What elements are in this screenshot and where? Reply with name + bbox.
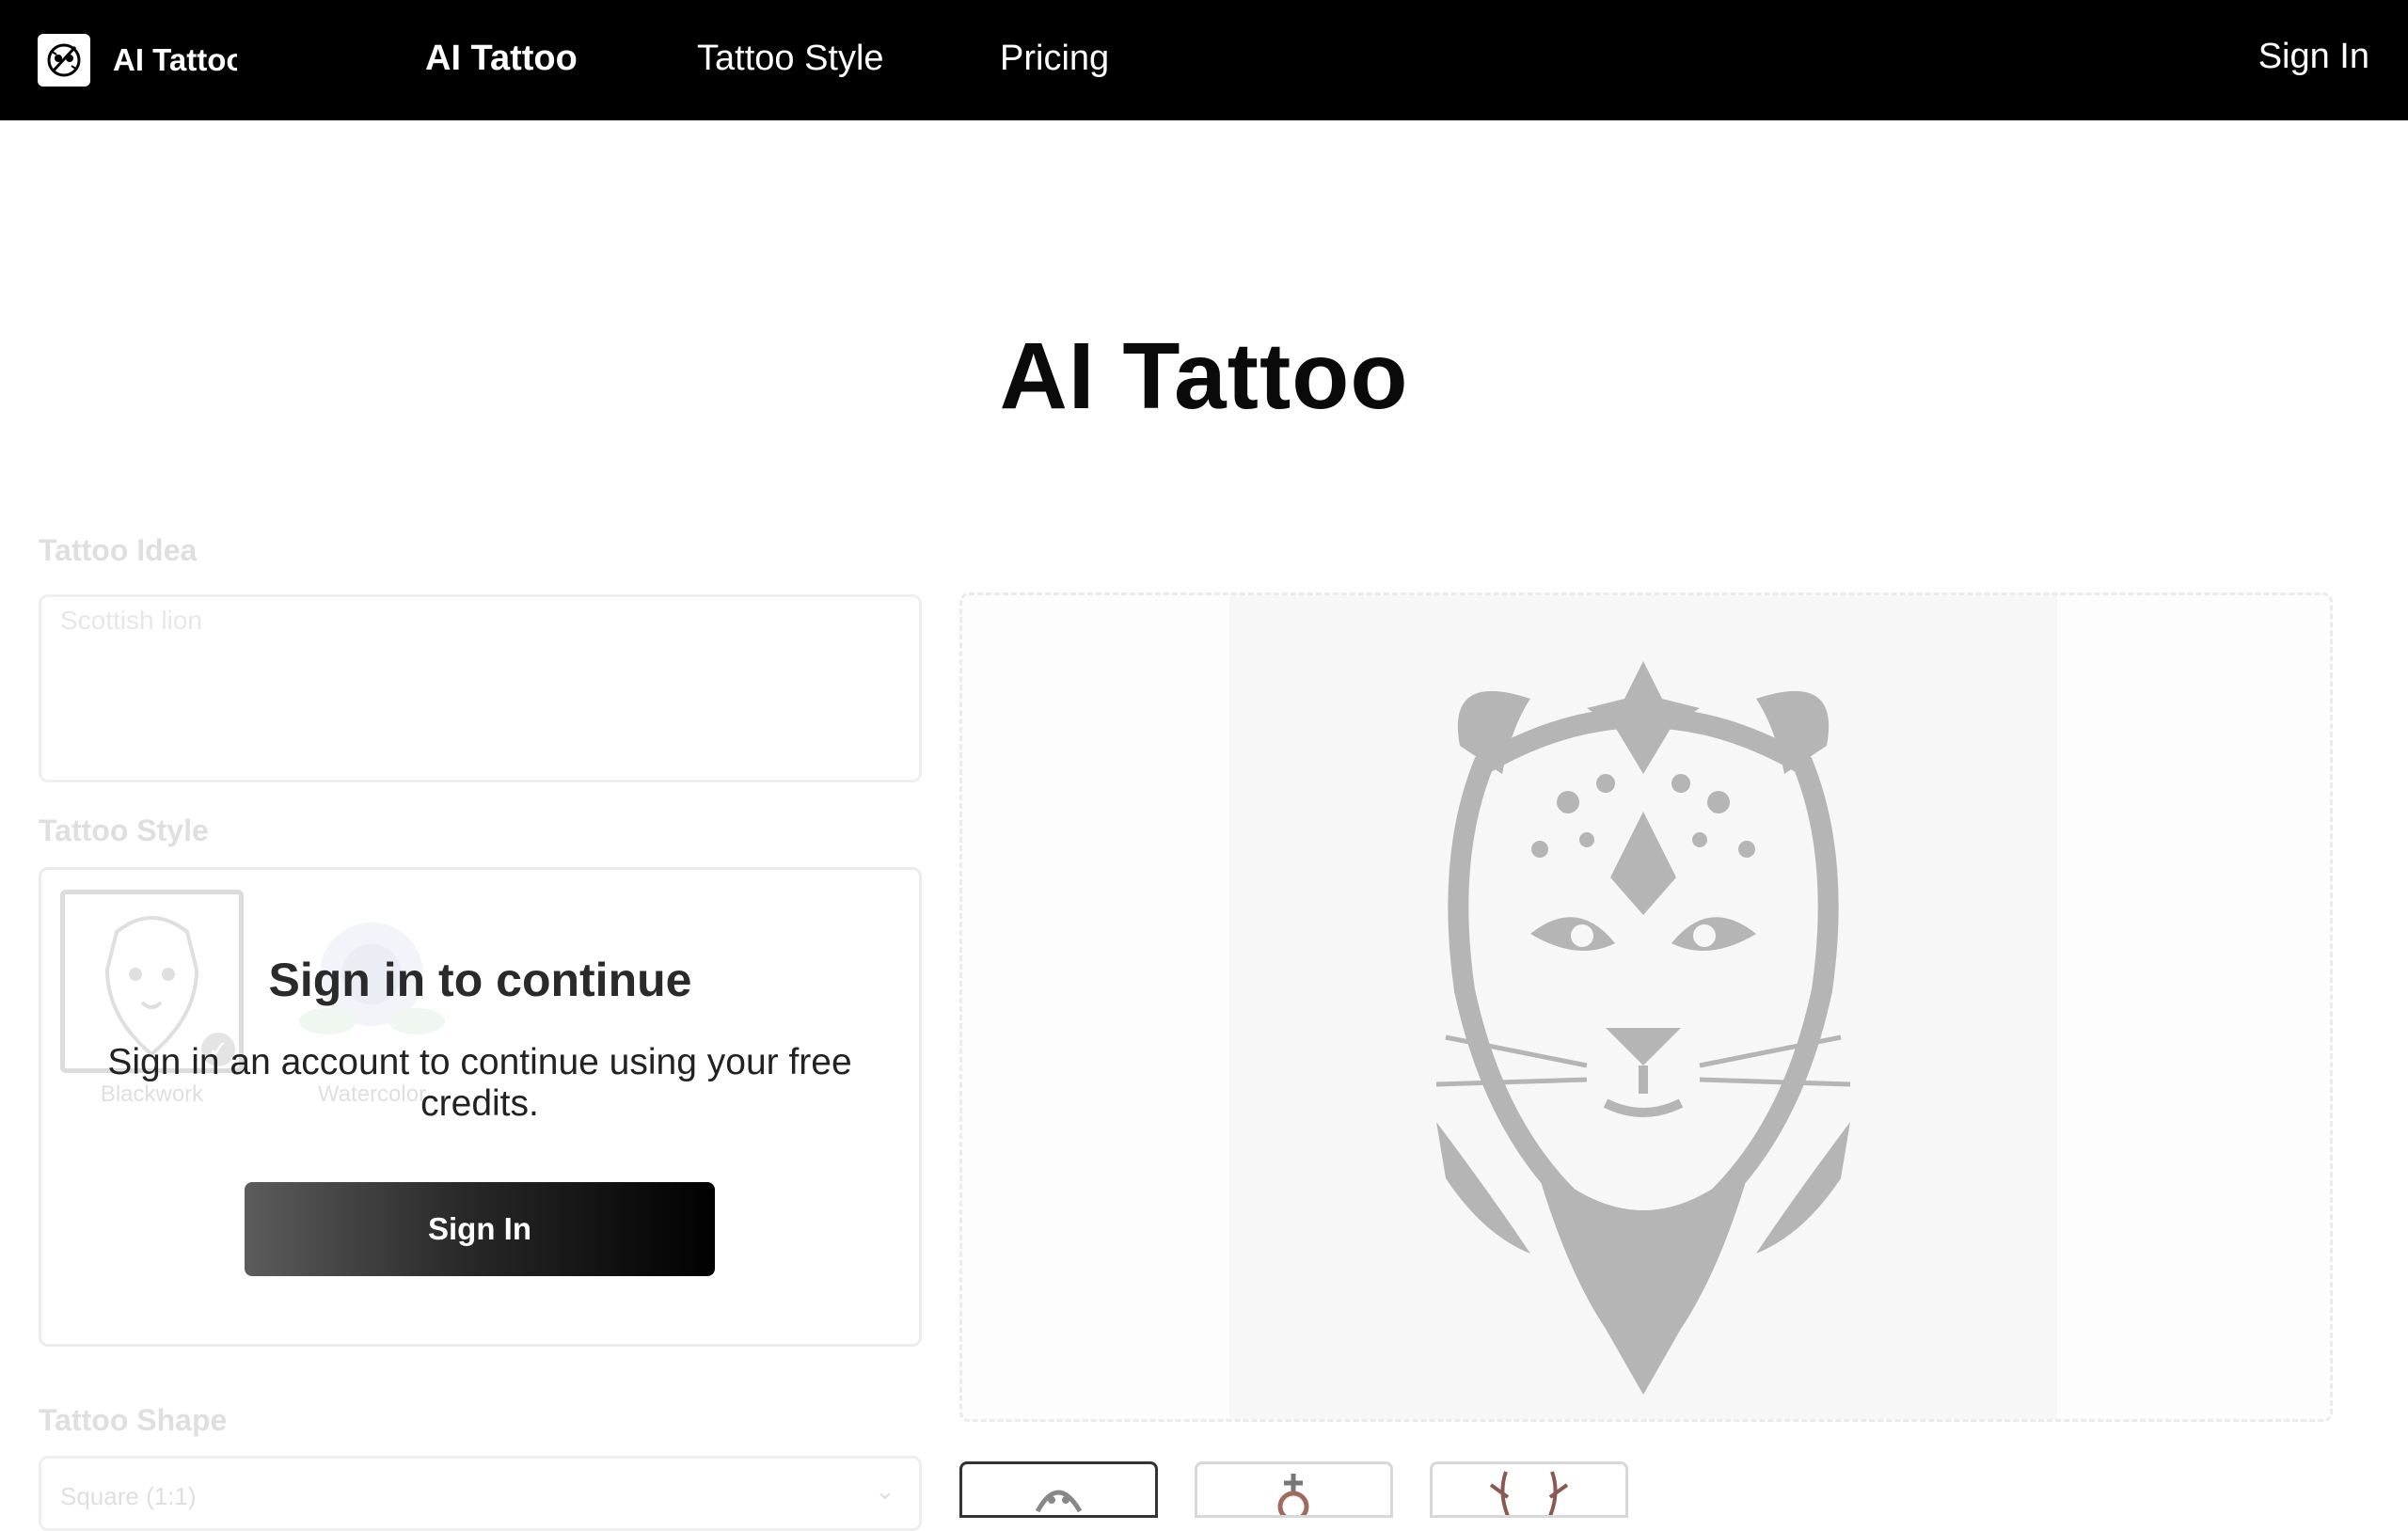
- top-navbar: AI Tattoo AI Tattoo Tattoo Style Pricing…: [0, 0, 2408, 120]
- signin-overlay-title: Sign in to continue: [268, 954, 692, 1006]
- logo-icon[interactable]: [38, 34, 90, 87]
- logo-text[interactable]: AI Tattoo: [113, 39, 237, 81]
- tattoo-preview-panel: [959, 592, 2333, 1422]
- history-thumbnail-ornament[interactable]: [1195, 1461, 1393, 1518]
- nav-link-pricing[interactable]: Pricing: [1000, 36, 1109, 81]
- history-thumbnail-antlers[interactable]: [1430, 1461, 1628, 1518]
- tattoo-idea-label: Tattoo Idea: [39, 533, 198, 567]
- tattoo-shape-value: Square (1:1): [60, 1482, 197, 1510]
- leopard-tattoo-illustration: [1435, 661, 1851, 1395]
- nav-signin-link[interactable]: Sign In: [2258, 34, 2369, 79]
- page-title: AI Tattoo: [999, 324, 1409, 429]
- tattoo-shape-label: Tattoo Shape: [39, 1403, 228, 1437]
- chevron-down-icon: ⌄: [875, 1476, 895, 1505]
- signin-overlay-text: Sign in an account to continue using you…: [107, 1042, 852, 1124]
- history-thumbnail-leopard[interactable]: [959, 1461, 1158, 1518]
- tattoo-style-label: Tattoo Style: [39, 813, 209, 847]
- nav-link-tattoo-style[interactable]: Tattoo Style: [697, 36, 884, 81]
- tattoo-idea-placeholder: Scottish lion: [60, 606, 202, 635]
- nav-link-ai-tattoo[interactable]: AI Tattoo: [425, 36, 578, 81]
- tattoo-preview-image: [1229, 595, 2057, 1419]
- signin-button[interactable]: Sign In: [245, 1182, 715, 1276]
